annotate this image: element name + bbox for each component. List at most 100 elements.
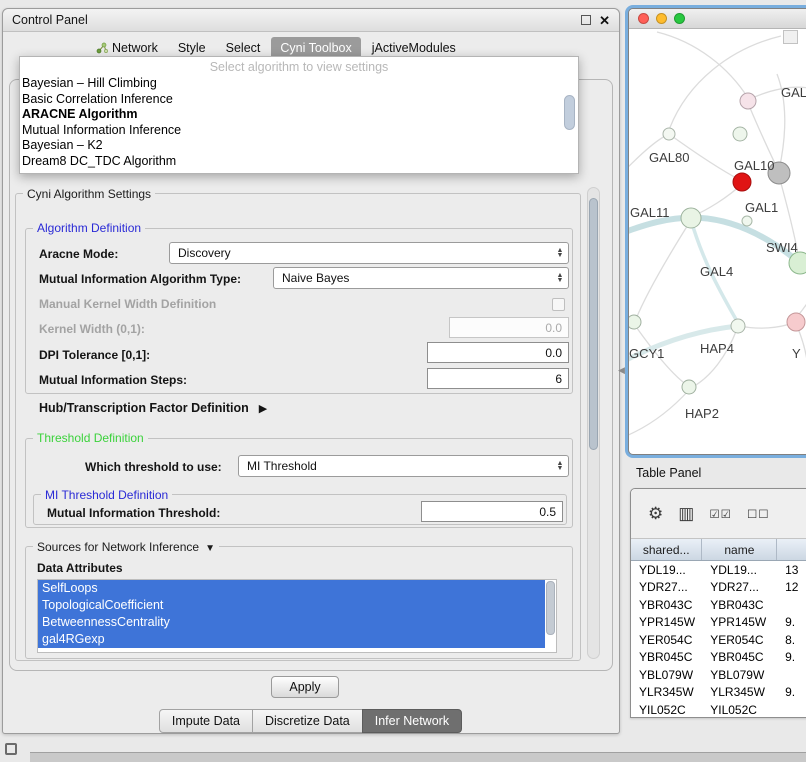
mi-algorithm-type-select[interactable]: Naive Bayes ▲▼	[273, 267, 569, 289]
columns-icon[interactable]: ▥	[678, 505, 694, 522]
network-node-labels: GALGAL80GAL10GAL11GAL1SWI4GAL4GCY1HAP4YH…	[629, 85, 806, 421]
table-cell: 9.	[777, 685, 806, 699]
table-row[interactable]: YBL079WYBL079W	[631, 666, 806, 684]
attribute-item[interactable]: SelfLoops	[38, 580, 545, 597]
table-cell: YIL052C	[631, 703, 702, 717]
zoom-button[interactable]	[674, 13, 685, 24]
dpi-tolerance-input[interactable]	[427, 342, 569, 363]
table-cell: YER054C	[702, 633, 777, 647]
network-node[interactable]	[787, 313, 805, 331]
network-node[interactable]	[629, 315, 641, 329]
list-scrollbar-thumb[interactable]	[546, 581, 555, 635]
table-cell: YBR045C	[631, 650, 702, 664]
table-cell: YBL079W	[702, 668, 777, 682]
close-button[interactable]	[638, 13, 649, 24]
hub-transcription-factor-toggle[interactable]: Hub/Transcription Factor Definition ▶	[39, 401, 267, 415]
tab-label: Cyni Toolbox	[280, 41, 351, 55]
network-node[interactable]	[742, 216, 752, 226]
network-window-titlebar[interactable]	[629, 9, 806, 29]
table-cell: YDL19...	[631, 563, 702, 577]
table-cell: YDR27...	[631, 580, 702, 594]
network-node[interactable]	[663, 128, 675, 140]
table-row[interactable]: YDL19...YDL19...13	[631, 561, 806, 579]
attribute-item[interactable]: BetweennessCentrality	[38, 614, 545, 631]
dropdown-item[interactable]: Mutual Information Inference	[20, 123, 578, 139]
table-cell: YIL052C	[702, 703, 777, 717]
bottom-tab-discretize-data[interactable]: Discretize Data	[252, 709, 363, 733]
kernel-width-input[interactable]	[449, 317, 569, 338]
table-row[interactable]: YBR045CYBR045C9.	[631, 649, 806, 667]
network-node[interactable]	[681, 208, 701, 228]
minimize-button[interactable]	[656, 13, 667, 24]
desktop: Control Panel ✕ NetworkStyleSelectCyni T…	[0, 0, 806, 762]
bottom-tab-impute-data[interactable]: Impute Data	[159, 709, 253, 733]
dropdown-item[interactable]: Bayesian – K2	[20, 138, 578, 154]
combo-stepper-icon: ▲▼	[552, 461, 568, 471]
network-node[interactable]	[731, 319, 745, 333]
network-node[interactable]	[733, 173, 751, 191]
dropdown-item[interactable]: Dream8 DC_TDC Algorithm	[20, 154, 578, 170]
sources-title: Sources for Network Inference	[37, 540, 199, 554]
dropdown-scrollbar-thumb[interactable]	[564, 95, 575, 130]
attribute-item[interactable]: TopologicalCoefficient	[38, 597, 545, 614]
algorithm-dropdown-list: Select algorithm to view settings Bayesi…	[19, 56, 579, 174]
window-title: Control Panel	[12, 13, 88, 27]
close-icon[interactable]: ✕	[599, 14, 610, 27]
gear-icon[interactable]: ⚙	[648, 505, 663, 522]
network-icon	[96, 42, 108, 54]
network-node[interactable]	[682, 380, 696, 394]
table-row[interactable]: YBR043CYBR043C	[631, 596, 806, 614]
sources-title-toggle[interactable]: Sources for Network Inference ▼	[33, 540, 219, 554]
table-cell: YBR043C	[702, 598, 777, 612]
tab-label: Style	[178, 41, 206, 55]
aracne-mode-select[interactable]: Discovery ▲▼	[169, 242, 569, 264]
table-row[interactable]: YLR345WYLR345W9.	[631, 684, 806, 702]
mi-threshold-definition-title: MI Threshold Definition	[41, 488, 172, 502]
mi-threshold-input[interactable]	[421, 501, 563, 522]
dropdown-item[interactable]: ARACNE Algorithm	[20, 107, 578, 123]
settings-scrollbar-thumb[interactable]	[589, 198, 598, 450]
table-row[interactable]: YIL052CYIL052C	[631, 701, 806, 717]
table-cell: YPR145W	[702, 615, 777, 629]
attribute-item[interactable]: gal4RGexp	[38, 631, 545, 648]
network-node[interactable]	[740, 93, 756, 109]
dropdown-item[interactable]: Bayesian – Hill Climbing	[20, 76, 578, 92]
data-attributes-list[interactable]: SelfLoopsTopologicalCoefficientBetweenne…	[37, 579, 557, 653]
splitter-collapse-arrow[interactable]: ◀	[618, 365, 625, 376]
table-row[interactable]: YDR27...YDR27...12	[631, 579, 806, 597]
column-header[interactable]: shared...	[631, 539, 702, 560]
bottom-tab-infer-network[interactable]: Infer Network	[362, 709, 462, 733]
table-cell: 8.	[777, 633, 806, 647]
apply-button[interactable]: Apply	[271, 676, 339, 698]
mi-steps-label: Mutual Information Steps:	[39, 373, 187, 387]
deselect-all-columns-icon[interactable]: ☐☐	[747, 507, 770, 521]
table-cell: YBL079W	[631, 668, 702, 682]
network-node[interactable]	[733, 127, 747, 141]
float-window-icon[interactable]	[581, 15, 591, 25]
select-all-columns-icon[interactable]: ☑☑	[709, 507, 732, 521]
tab-label: Select	[226, 41, 261, 55]
dock-panel-icon[interactable]	[5, 743, 17, 755]
mi-steps-input[interactable]	[427, 368, 569, 389]
expanded-arrow-icon: ▼	[205, 543, 215, 554]
dropdown-item[interactable]: Basic Correlation Inference	[20, 92, 578, 108]
network-node[interactable]	[789, 252, 806, 274]
scrollbar-corner	[783, 30, 798, 44]
control-panel-window: Control Panel ✕ NetworkStyleSelectCyni T…	[2, 8, 620, 734]
table-row[interactable]: YPR145WYPR145W9.	[631, 614, 806, 632]
which-threshold-select[interactable]: MI Threshold ▲▼	[238, 455, 569, 477]
cyni-algorithm-settings-title: Cyni Algorithm Settings	[23, 187, 155, 201]
table-row[interactable]: YER054CYER054C8.	[631, 631, 806, 649]
node-label: Y	[792, 346, 801, 361]
table-cell: YDR27...	[702, 580, 777, 594]
node-label: HAP2	[685, 406, 719, 421]
dropdown-items: Bayesian – Hill ClimbingBasic Correlatio…	[20, 76, 578, 169]
table-cell: YER054C	[631, 633, 702, 647]
network-canvas[interactable]: GALGAL80GAL10GAL11GAL1SWI4GAL4GCY1HAP4YH…	[629, 30, 806, 454]
control-panel-titlebar[interactable]: Control Panel ✕	[3, 9, 619, 32]
column-header[interactable]	[777, 539, 806, 560]
mi-threshold-label: Mutual Information Threshold:	[47, 506, 220, 520]
column-header[interactable]: name	[702, 539, 777, 560]
settings-scrollbar[interactable]	[587, 187, 600, 659]
manual-kernel-width-checkbox[interactable]	[552, 298, 565, 311]
